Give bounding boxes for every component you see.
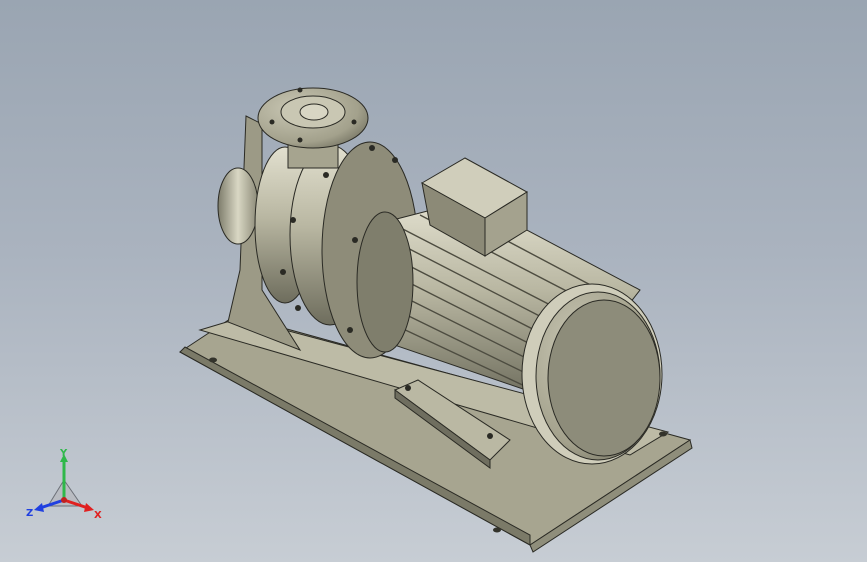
casing-bolt [280,269,286,275]
base-mounting-hole [493,527,501,533]
triad-x-label: X [94,510,102,521]
adapter-bolt [347,327,353,333]
flange-bolt-hole [297,137,303,143]
triad-x-arrow-icon [84,503,94,512]
flange-bolt-hole [351,119,357,125]
triad-z-arrow-icon [34,503,44,512]
adapter-bolt [352,237,358,243]
adapter-bolt [392,157,398,163]
casing-bolt [323,172,329,178]
motor-fan-cover[interactable] [521,283,663,465]
adapter-bolt [369,145,375,151]
view-orientation-triad[interactable]: Y X Z [24,448,104,528]
foot-bolt [487,433,493,439]
base-mounting-hole [659,431,667,437]
graphics-viewport[interactable]: Y X Z [0,0,867,562]
pump-assembly-model[interactable] [0,0,867,562]
triad-z-label: Z [26,508,33,519]
flange-bolt-hole [269,119,275,125]
flange-bolt-hole [297,87,303,93]
casing-bolt [295,305,301,311]
triad-origin-icon [61,497,67,503]
casing-bolt [290,217,296,223]
triad-y-label: Y [59,448,68,459]
base-mounting-hole [209,357,217,363]
foot-bolt [405,385,411,391]
